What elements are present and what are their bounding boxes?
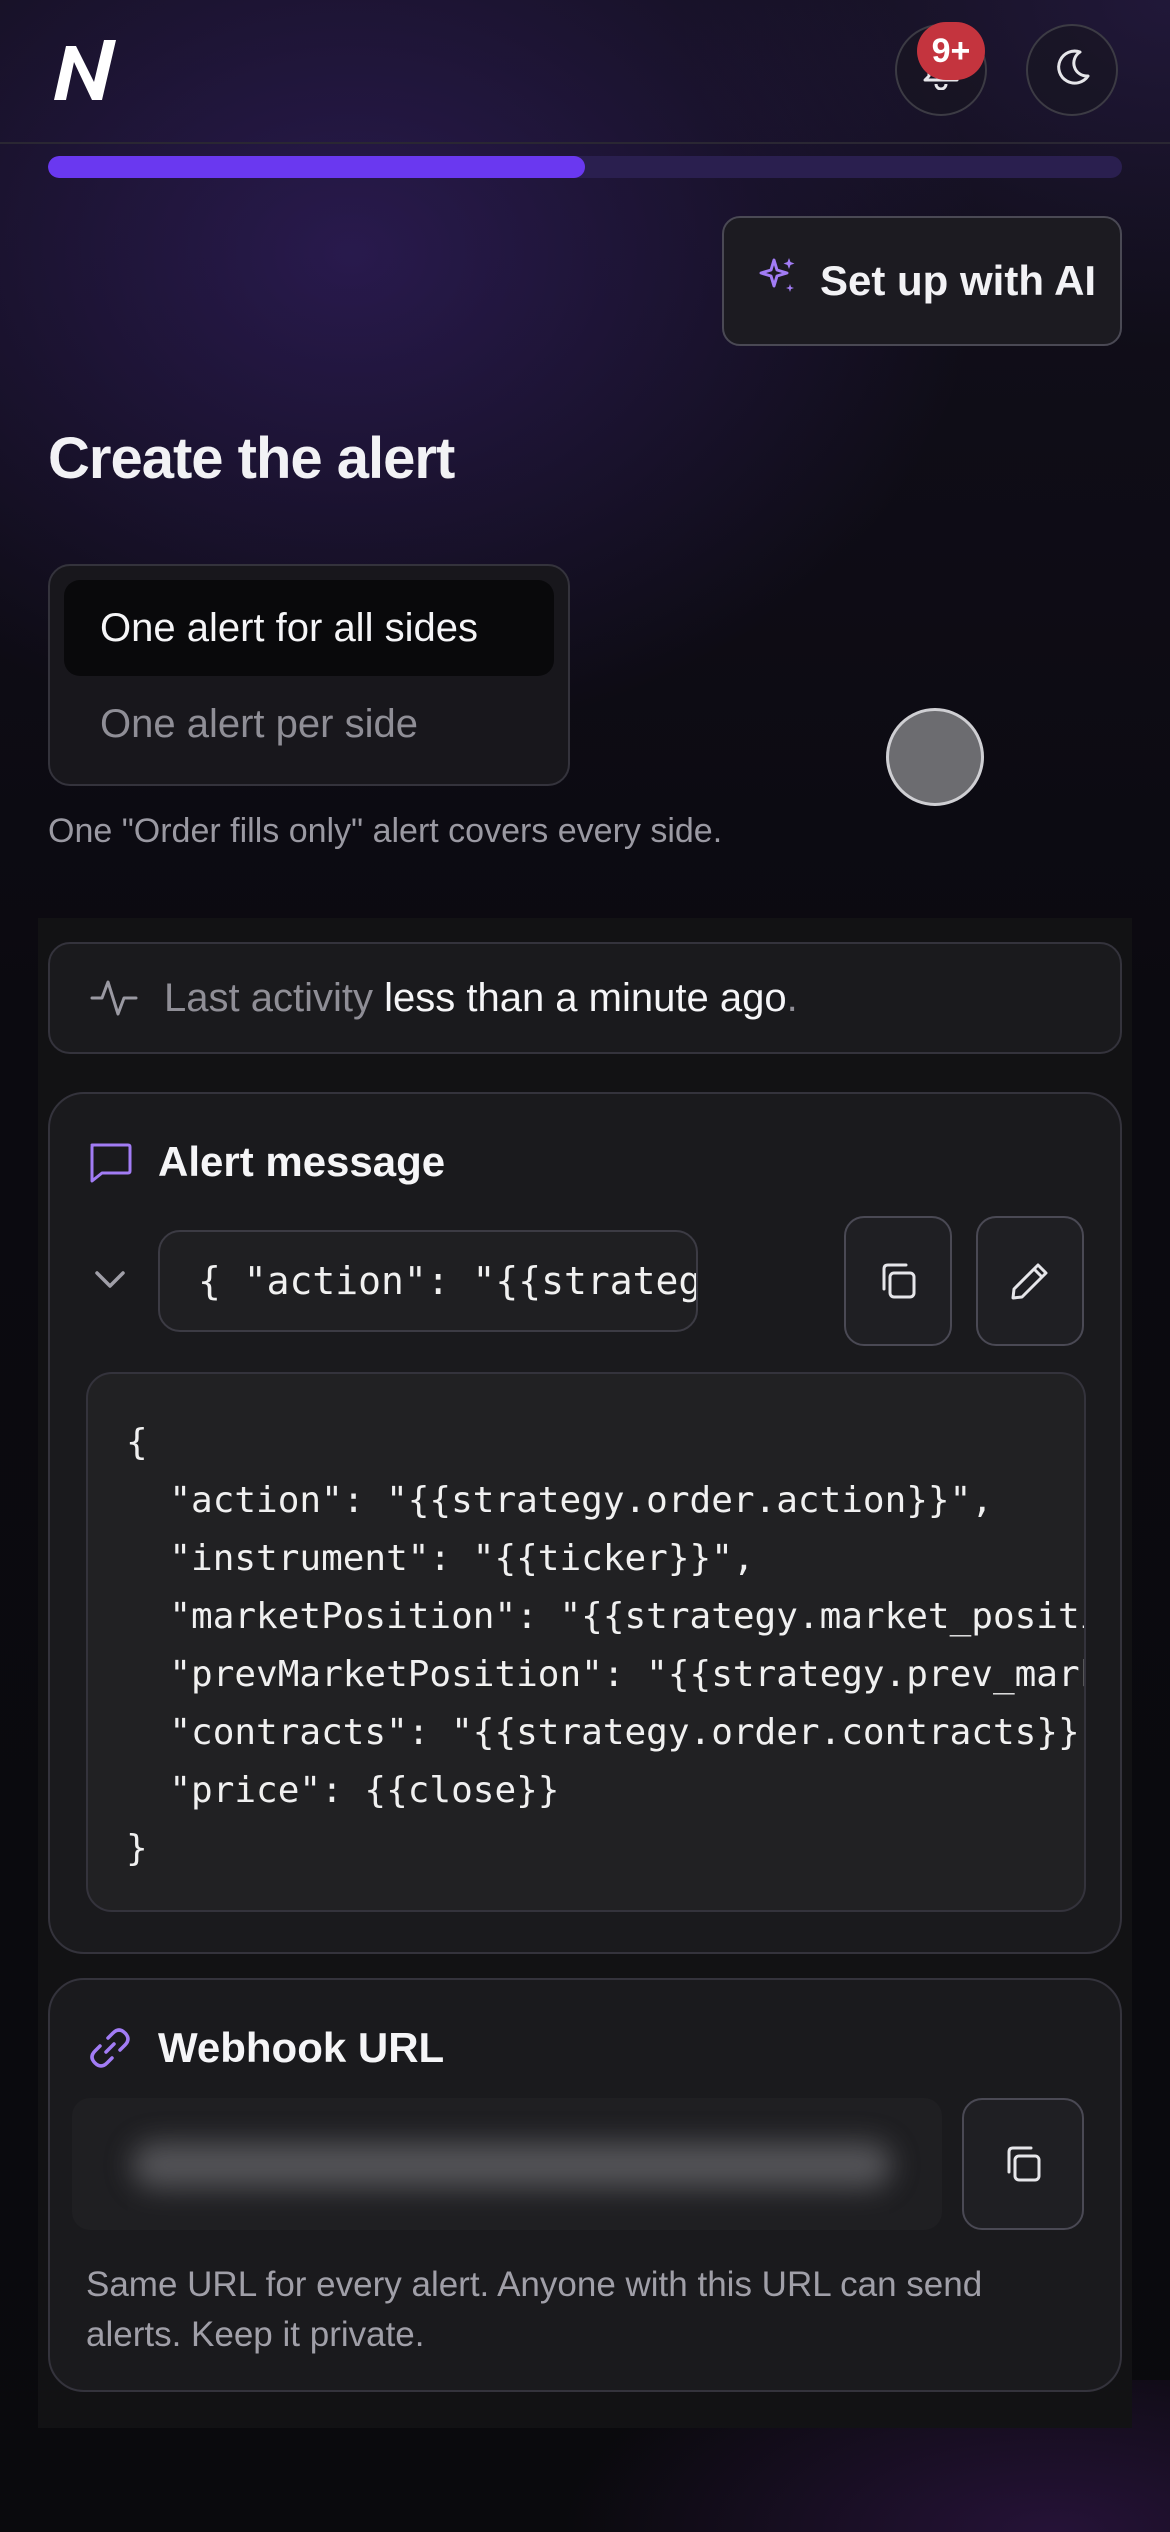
copy-message-button[interactable] — [844, 1216, 952, 1346]
copy-icon — [1001, 2142, 1045, 2186]
webhook-url-header: Webhook URL — [86, 2024, 444, 2072]
alert-message-code[interactable]: { "action": "{{strategy.order.action}}",… — [86, 1372, 1086, 1912]
activity-suffix: . — [786, 975, 798, 1020]
redacted-url — [132, 2142, 892, 2188]
mode-option-label: One alert per side — [100, 701, 418, 746]
page-title: Create the alert — [48, 426, 455, 491]
code-line: "action": "{{strategy.order.action}}", — [126, 1480, 993, 1521]
last-activity-bar: Last activity less than a minute ago. — [48, 942, 1122, 1054]
activity-icon — [90, 976, 138, 1020]
collapse-toggle[interactable] — [90, 1260, 130, 1300]
sparkles-icon — [756, 254, 800, 308]
code-line: "marketPosition": "{{strategy.market_pos… — [169, 1596, 1084, 1637]
setup-progress-bar — [48, 156, 1122, 178]
setup-progress-fill — [48, 156, 585, 178]
setup-with-ai-button[interactable]: Set up with AI — [722, 216, 1122, 346]
webhook-url-card: Webhook URL Same URL for every alert. An… — [48, 1978, 1122, 2392]
alert-message-card: Alert message { "action": "{{strategy.o…… — [48, 1092, 1122, 1954]
mode-option-label: One alert for all sides — [100, 605, 478, 650]
webhook-hint-text: Same URL for every alert. Anyone with th… — [86, 2265, 983, 2354]
pencil-icon — [1008, 1259, 1052, 1303]
mode-hint-text: One "Order fills only" alert covers ever… — [48, 812, 723, 850]
alert-message-preview[interactable]: { "action": "{{strategy.o… — [158, 1230, 698, 1332]
notification-count-badge: 9+ — [917, 22, 985, 80]
webhook-url-field[interactable] — [72, 2098, 942, 2230]
theme-toggle-button[interactable] — [1026, 24, 1118, 116]
code-line: "prevMarketPosition": "{{strategy.prev_m… — [169, 1654, 1084, 1695]
mode-option-all-sides[interactable]: One alert for all sides — [64, 580, 554, 676]
code-line: { — [126, 1422, 148, 1463]
activity-prefix: Last activity — [164, 975, 373, 1020]
activity-value: less than a minute ago — [384, 975, 787, 1020]
alert-message-title: Alert message — [158, 1138, 446, 1185]
n-brand-logo[interactable] — [50, 38, 120, 104]
webhook-url-title: Webhook URL — [158, 2024, 445, 2071]
copy-icon — [876, 1259, 920, 1303]
header-divider — [0, 142, 1170, 144]
code-line: "price": {{close}} — [126, 1770, 560, 1811]
touch-indicator — [886, 708, 984, 806]
alert-message-header: Alert message — [86, 1138, 445, 1186]
alert-mode-selector: One alert for all sides One alert per si… — [48, 564, 570, 786]
message-icon — [86, 1139, 134, 1185]
chevron-down-icon — [94, 1270, 126, 1290]
code-line: "contracts": "{{strategy.order.contracts… — [126, 1712, 1086, 1753]
link-icon — [86, 2024, 134, 2072]
setup-with-ai-label: Set up with AI — [820, 257, 1097, 304]
code-line: "instrument": "{{ticker}}", — [126, 1538, 755, 1579]
code-line: } — [126, 1828, 148, 1869]
copy-webhook-button[interactable] — [962, 2098, 1084, 2230]
moon-icon — [1050, 46, 1094, 95]
edit-message-button[interactable] — [976, 1216, 1084, 1346]
mode-option-per-side[interactable]: One alert per side — [64, 676, 554, 772]
